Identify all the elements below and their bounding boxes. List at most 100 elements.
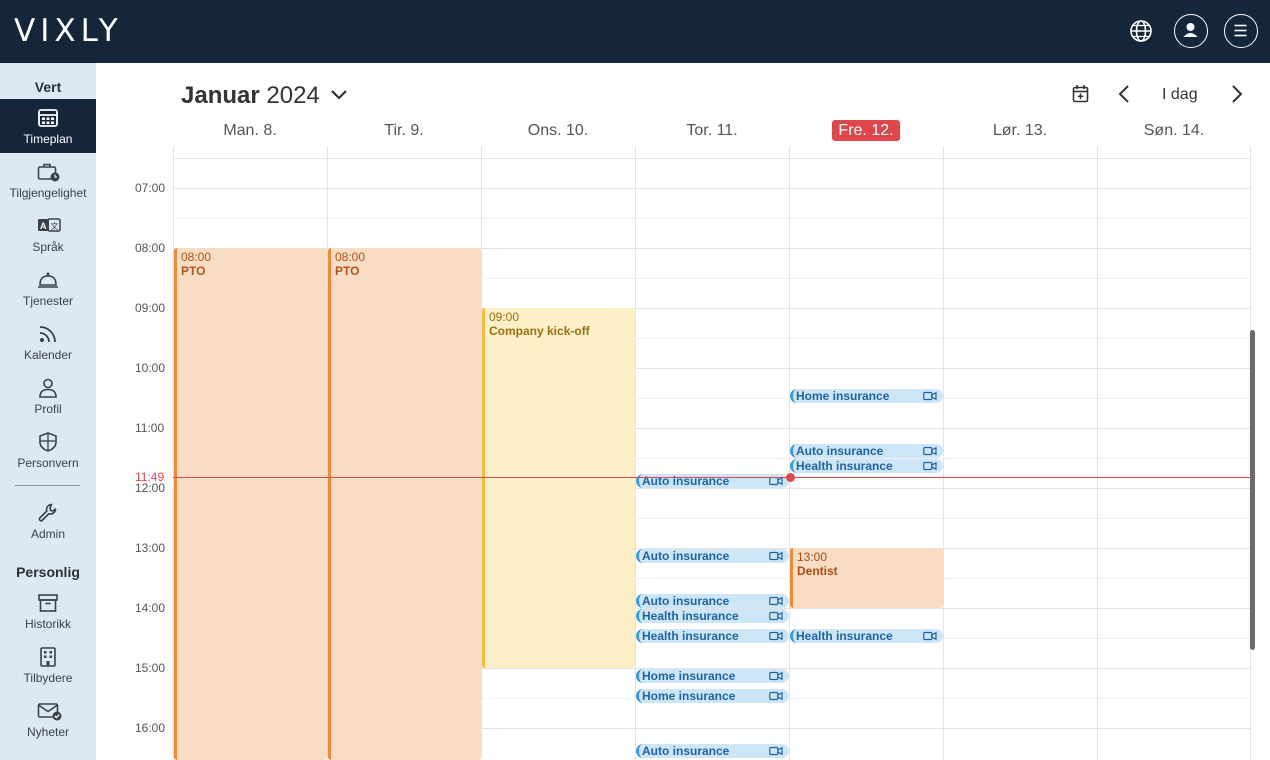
briefcase-clock-icon [37,163,60,182]
sidebar-item-label: Profil [34,402,62,416]
user-account-icon[interactable] [1174,14,1208,48]
video-camera-icon [923,631,937,641]
day-header[interactable]: Tir. 9. [327,122,481,140]
vertical-scrollbar[interactable] [1250,330,1255,650]
chevron-left-icon[interactable] [1117,84,1131,109]
year-label: 2024 [266,82,320,109]
video-camera-icon [923,391,937,401]
grid-line [173,188,1251,189]
event-pill[interactable]: Health insurance [636,609,789,623]
event-pill[interactable]: Health insurance [636,629,789,643]
hour-label: 09:00 [135,301,166,315]
sidebar-section-personal: Personlig [16,564,80,580]
event-pill[interactable]: Auto insurance [636,549,789,563]
sidebar-item-label: Personvern [17,456,79,470]
sidebar-item-admin[interactable]: Admin [0,494,96,548]
wrench-icon [38,503,57,522]
sidebar-item-tilgjengelighet[interactable]: Tilgjengelighet [0,153,96,207]
sidebar-item-tjenester[interactable]: Tjenester [0,261,96,315]
hour-label: 14:00 [135,601,166,615]
chevron-right-icon[interactable] [1230,84,1244,109]
event-pill[interactable]: Home insurance [790,389,943,403]
chevron-down-icon [331,90,347,100]
day-label: Tor. 11. [686,122,738,139]
event-time: 09:00 [489,310,520,324]
sidebar-item-label: Tjenester [22,294,74,308]
hour-label: 11:00 [135,421,165,435]
hour-label: 15:00 [135,661,166,675]
app-logo[interactable]: VIXLY [14,13,123,49]
sidebar-item-label: Admin [30,527,65,541]
event-pill-label: Home insurance [642,669,736,683]
event-pill[interactable]: Auto insurance [790,444,943,458]
current-time-label: 11:49 [135,470,165,484]
video-camera-icon [769,631,783,641]
event-pill-label: Auto insurance [796,444,884,458]
mail-check-icon [37,703,62,721]
video-camera-icon [923,446,937,456]
event-block[interactable]: 13:00 Dentist [790,548,943,608]
video-camera-icon [769,746,783,756]
event-block[interactable]: 08:00 PTO [328,248,481,760]
event-pill-label: Home insurance [642,689,736,703]
day-header[interactable]: Lør. 13. [943,122,1097,140]
event-pill[interactable]: Home insurance [636,669,789,683]
day-header[interactable]: Man. 8. [173,122,327,140]
day-label: Lør. 13. [992,122,1048,139]
month-label: Januar [181,82,260,109]
day-header-today[interactable]: Fre. 12. [789,120,943,141]
event-pill-label: Health insurance [642,609,739,623]
day-header[interactable]: Søn. 14. [1097,122,1251,140]
sidebar-item-kalender[interactable]: Kalender [0,315,96,369]
day-label: Søn. 14. [1143,122,1205,139]
sidebar-item-label: Timeplan [23,132,73,146]
current-time-dot [786,473,795,482]
sidebar-item-label: Historikk [24,617,71,631]
month-year-selector[interactable]: Januar 2024 [181,82,347,110]
sidebar-item-profil[interactable]: Profil [0,369,96,423]
video-camera-icon [769,691,783,701]
event-title: PTO [335,264,360,278]
event-time: 08:00 [335,250,366,264]
event-pill[interactable]: Health insurance [790,629,943,643]
sidebar-item-historikk[interactable]: Historikk [0,584,96,638]
sidebar-item-label: Kalender [23,348,73,362]
event-block[interactable]: 08:00 PTO [174,248,327,760]
add-event-calendar-icon[interactable] [1072,84,1090,109]
event-time: 08:00 [181,250,212,264]
event-block[interactable]: 09:00 Company kick-off [482,308,635,668]
event-pill[interactable]: Home insurance [636,689,789,703]
hour-label: 10:00 [135,361,166,375]
sidebar-item-sprak[interactable]: A文 Språk [0,207,96,261]
event-title: Dentist [797,564,838,578]
day-header[interactable]: Tor. 11. [635,122,789,140]
archive-box-icon [38,594,58,612]
video-camera-icon [769,551,783,561]
event-title: PTO [181,264,206,278]
hour-label: 08:00 [135,241,166,255]
svg-text:文: 文 [51,221,59,231]
sidebar-item-label: Nyheter [26,725,70,739]
sidebar-item-tilbydere[interactable]: Tilbydere [0,638,96,692]
day-label: Ons. 10. [527,122,589,139]
svg-text:A: A [40,221,47,231]
event-pill-label: Health insurance [642,629,739,643]
event-pill[interactable]: Auto insurance [636,594,789,608]
top-bar: VIXLY [0,0,1270,63]
event-pill[interactable]: Health insurance [790,459,943,473]
hamburger-menu-icon[interactable] [1224,14,1258,48]
sidebar-item-label: Tilgjengelighet [9,186,87,200]
sidebar-item-personvern[interactable]: Personvern [0,423,96,477]
today-button[interactable]: I dag [1162,86,1198,104]
day-header[interactable]: Ons. 10. [481,122,635,140]
event-pill-label: Auto insurance [642,594,730,608]
event-pill[interactable]: Auto insurance [636,744,789,758]
event-title: Company kick-off [489,324,590,338]
video-camera-icon [769,611,783,621]
service-bell-icon [38,272,58,288]
day-label: Man. 8. [223,122,277,139]
globe-icon[interactable] [1124,14,1158,48]
sidebar-item-timeplan[interactable]: Timeplan [0,99,96,153]
event-pill-label: Home insurance [796,389,890,403]
sidebar-item-nyheter[interactable]: Nyheter [0,692,96,746]
